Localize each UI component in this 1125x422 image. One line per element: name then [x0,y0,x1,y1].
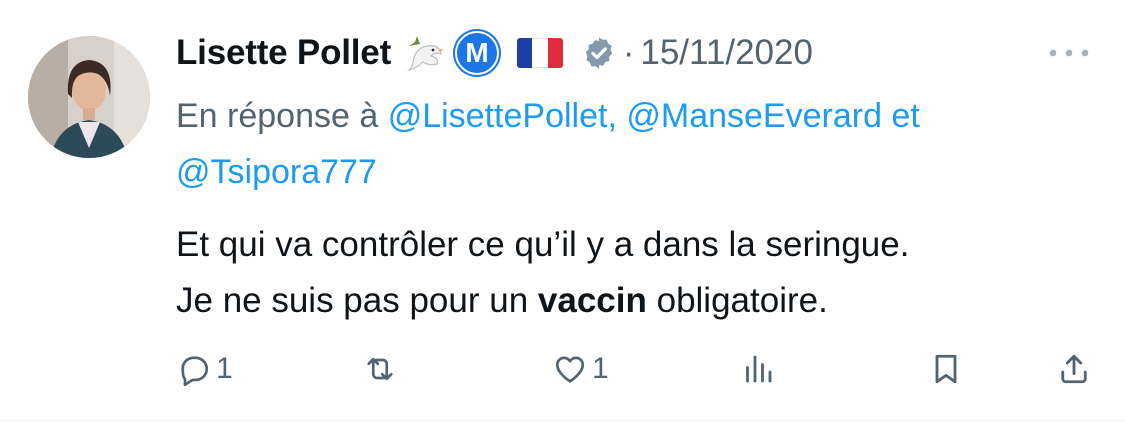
bookmark-icon [935,354,957,384]
bookmark-button[interactable] [928,346,964,392]
verified-badge-icon [581,35,617,71]
retweet-icon [367,357,393,381]
reply-icon [181,356,209,387]
tweet-line-2-start: Je ne suis pas pour un [176,281,538,320]
mention-link[interactable]: @LisettePollet [388,97,608,135]
replying-prefix: En réponse à [176,97,388,135]
tweet-bold-word: vaccin [537,281,647,320]
tweet-date[interactable]: 15/11/2020 [640,33,813,73]
like-button[interactable]: 1 [552,346,609,392]
retweet-button[interactable] [362,346,402,392]
share-icon [1061,354,1087,384]
mention-separator: , [607,97,627,135]
tweet-header: Lisette Pollet M · 15/11/2020 [176,28,813,78]
avatar[interactable] [28,36,150,158]
views-chart-icon [746,355,772,383]
like-count: 1 [592,352,609,385]
mention-and: et [881,97,920,135]
separator-dot: · [623,33,635,72]
views-button[interactable] [740,346,776,392]
bottom-divider [0,420,1125,421]
more-options-icon[interactable] [1046,46,1092,60]
mention-link[interactable]: @ManseEverard [626,97,882,135]
tweet-line-1: Et qui va contrôler ce qu’il y a dans la… [176,225,910,264]
fr-flag-icon [517,38,564,68]
action-bar: 1 1 [176,346,1096,392]
tweet-text: Et qui va contrôler ce qu’il y a dans la… [176,217,1096,329]
dove-icon [403,32,445,74]
reply-button[interactable]: 1 [176,346,233,392]
author-name[interactable]: Lisette Pollet [176,33,391,73]
affiliation-badge: M [455,31,500,75]
replying-to: En réponse à @LisettePollet, @ManseEvera… [176,88,1096,200]
share-button[interactable] [1056,346,1092,392]
reply-count: 1 [216,352,233,385]
mention-link[interactable]: @Tsipora777 [176,153,377,191]
tweet-line-2-end: obligatoire. [646,281,828,320]
heart-icon [555,356,585,383]
tweet-card[interactable]: Lisette Pollet M · 15/11/2020 En réponse… [0,0,1125,422]
